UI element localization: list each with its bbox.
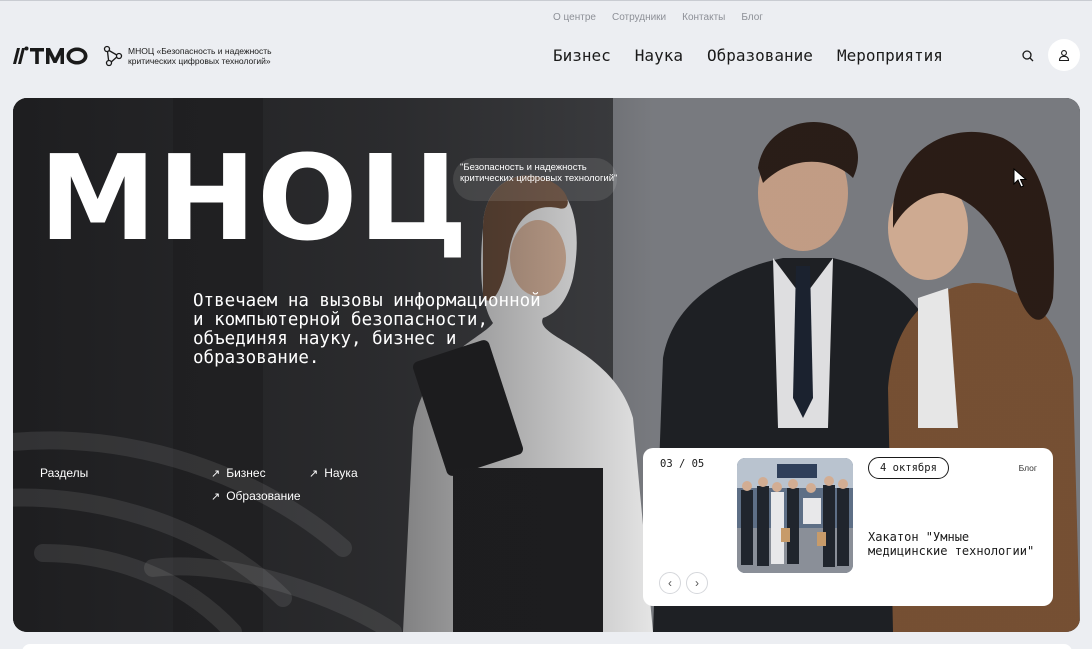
section-link-label: Наука xyxy=(324,466,358,480)
chevron-right-icon: › xyxy=(695,576,699,590)
section-link-label: Образование xyxy=(226,489,301,503)
next-news-button[interactable]: › xyxy=(686,572,708,594)
itmo-logo[interactable] xyxy=(13,44,91,68)
utility-link-contacts[interactable]: Контакты xyxy=(682,12,725,23)
network-nodes-icon xyxy=(103,45,123,67)
section-link-business[interactable]: ↗ Бизнес xyxy=(211,466,266,480)
hero-subtitle: "Безопасность и надежность критических ц… xyxy=(460,162,618,184)
nav-item-education[interactable]: Образование xyxy=(707,46,813,65)
news-title[interactable]: Хакатон "Умные медицинские технологии" xyxy=(868,530,1038,558)
utility-nav: О центре Сотрудники Контакты Блог xyxy=(553,12,763,23)
utility-link-staff[interactable]: Сотрудники xyxy=(612,12,666,23)
utility-link-blog[interactable]: Блог xyxy=(741,12,763,23)
section-link-science[interactable]: ↗ Наука xyxy=(309,466,358,480)
hero-tagline: Отвечаем на вызовы информационной и комп… xyxy=(193,291,541,368)
arrow-up-right-icon: ↗ xyxy=(211,467,221,480)
search-icon[interactable] xyxy=(1018,46,1038,66)
arrow-up-right-icon: ↗ xyxy=(211,490,221,503)
chevron-left-icon: ‹ xyxy=(668,576,672,590)
utility-link-about[interactable]: О центре xyxy=(553,12,596,23)
section-link-education[interactable]: ↗ Образование xyxy=(211,489,301,503)
nav-item-business[interactable]: Бизнес xyxy=(553,46,611,65)
news-date-badge: 4 октября xyxy=(868,457,949,479)
user-button[interactable] xyxy=(1048,39,1080,71)
news-counter: 03 / 05 xyxy=(660,458,705,470)
sections-label: Разделы xyxy=(40,466,89,480)
news-category[interactable]: Блог xyxy=(1019,463,1037,473)
next-section-panel xyxy=(22,644,1072,649)
hero-title: МНОЦ xyxy=(39,129,469,267)
main-nav: Бизнес Наука Образование Мероприятия xyxy=(553,46,943,65)
nav-item-events[interactable]: Мероприятия xyxy=(837,46,943,65)
nav-item-science[interactable]: Наука xyxy=(635,46,683,65)
mouse-cursor-icon xyxy=(1013,168,1027,188)
center-name[interactable]: МНОЦ «Безопасность и надежность критичес… xyxy=(128,46,278,66)
section-link-label: Бизнес xyxy=(226,466,266,480)
news-card[interactable]: 03 / 05 4 октября Блог Хакатон "Умные ме… xyxy=(643,448,1053,606)
arrow-up-right-icon: ↗ xyxy=(309,467,319,480)
user-icon xyxy=(1058,50,1070,61)
top-divider xyxy=(0,0,1092,1)
news-photo[interactable] xyxy=(737,458,853,573)
prev-news-button[interactable]: ‹ xyxy=(659,572,681,594)
hero-banner: МНОЦ "Безопасность и надежность критичес… xyxy=(13,98,1080,632)
